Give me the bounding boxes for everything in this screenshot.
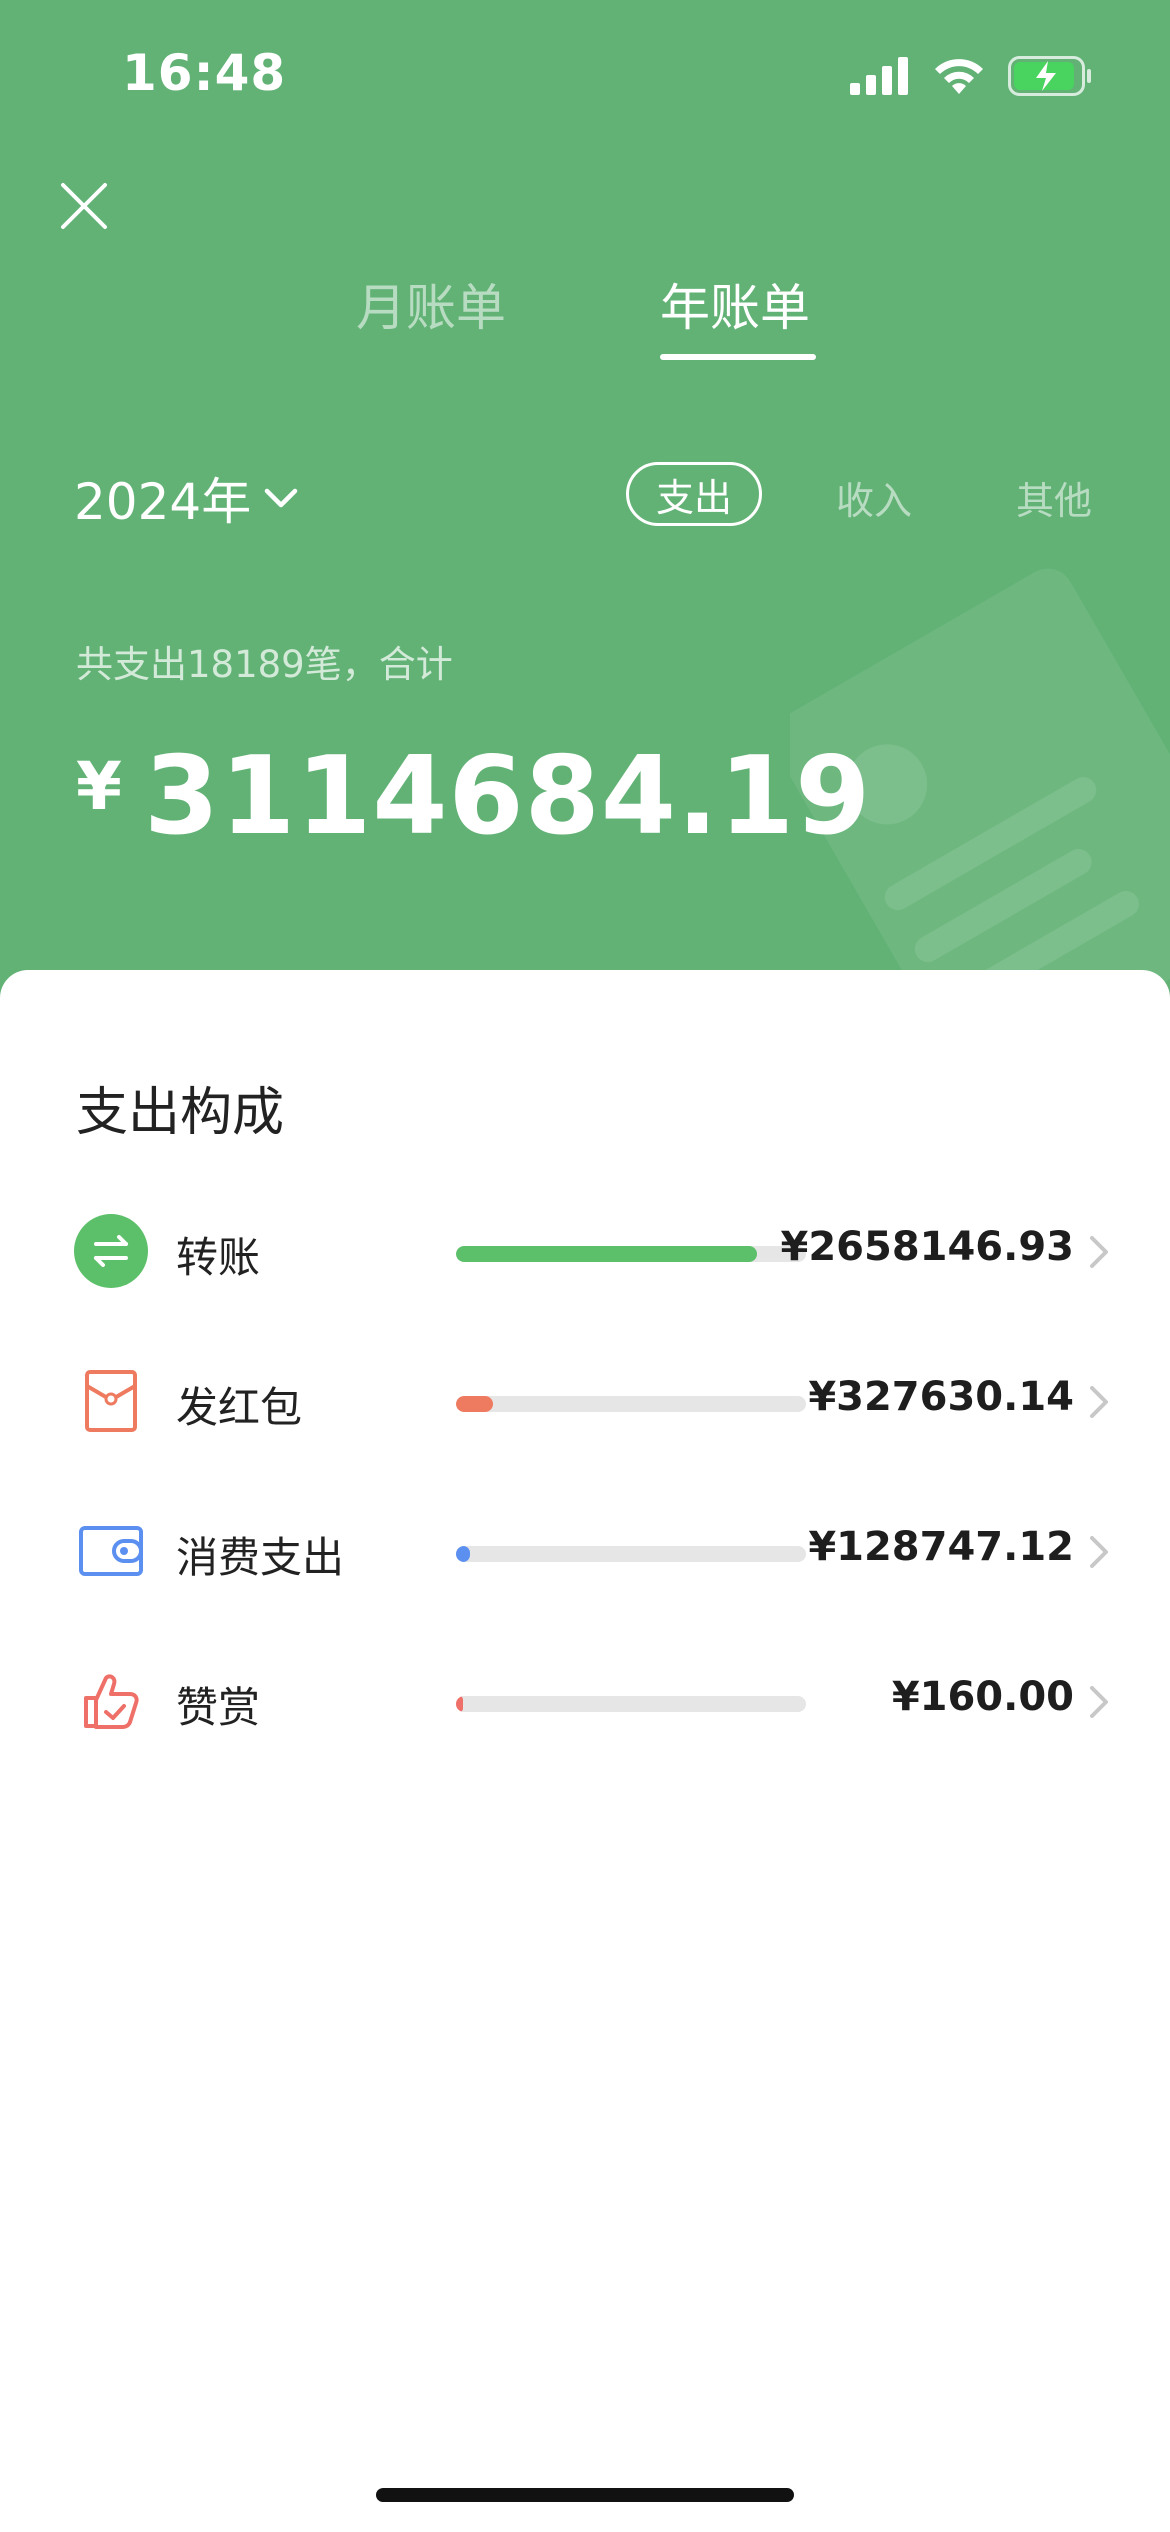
share-bar-track [456,1696,806,1712]
section-title: 支出构成 [76,1083,285,1143]
row-label: 发红包 [176,1383,303,1432]
composition-row-consumption[interactable]: 消费支出 ¥128747.12 [0,1492,1170,1612]
status-bar: 16:48 [0,0,1170,150]
active-tab-indicator [660,354,816,360]
row-amount: ¥327630.14 [808,1374,1074,1420]
red-packet-icon [74,1364,148,1438]
total-amount: 3114684.19 [143,734,872,859]
share-bar-track [456,1546,806,1562]
wallet-icon [74,1514,148,1588]
share-bar-fill [456,1396,493,1412]
filter-expense[interactable]: 支出 [626,462,762,526]
transfer-icon [74,1214,148,1288]
type-filters: 支出 收入 其他 [0,462,1170,532]
status-icons [850,56,1092,96]
status-time: 16:48 [122,44,287,102]
summary-text: 共支出18189笔，合计 [76,643,453,686]
composition-row-appreciation[interactable]: 赞赏 ¥160.00 [0,1642,1170,1762]
filter-income[interactable]: 收入 [836,470,912,525]
chevron-right-icon [1090,1386,1108,1418]
composition-row-red-packet[interactable]: 发红包 ¥327630.14 [0,1342,1170,1462]
filter-other[interactable]: 其他 [1016,470,1092,525]
share-bar-track [456,1396,806,1412]
tab-year-bill[interactable]: 年账单 [660,268,810,340]
thumbs-up-icon [74,1664,148,1738]
close-button[interactable] [54,176,114,236]
share-bar-track [456,1246,806,1262]
bill-tabs: 月账单 年账单 [0,268,1170,378]
share-bar-fill [456,1246,757,1262]
composition-card: 支出构成 转账 ¥2658146.93 发红包 ¥327630.14 消费支出 … [0,970,1170,2532]
chevron-right-icon [1090,1536,1108,1568]
currency-symbol: ¥ [76,748,122,825]
header: 16:48 月账单 年账单 2024年 支出 收入 其他 共支出18189笔，合… [0,0,1170,1010]
wifi-icon [935,59,983,94]
share-bar-fill [456,1696,463,1712]
row-label: 消费支出 [176,1533,345,1582]
row-label: 赞赏 [176,1683,261,1732]
share-bar-fill [456,1546,470,1562]
chevron-right-icon [1090,1236,1108,1268]
battery-charging-icon [1008,56,1091,96]
row-amount: ¥128747.12 [808,1524,1074,1570]
home-indicator [376,2488,794,2502]
row-label: 转账 [176,1233,261,1282]
composition-row-transfer[interactable]: 转账 ¥2658146.93 [0,1192,1170,1312]
row-amount: ¥160.00 [891,1674,1074,1720]
row-amount: ¥2658146.93 [780,1224,1074,1270]
total-amount-row: ¥ 3114684.19 [76,734,871,859]
chevron-right-icon [1090,1686,1108,1718]
cellular-signal-icon [850,57,908,95]
tab-month-bill[interactable]: 月账单 [356,268,506,340]
close-icon [61,183,107,229]
